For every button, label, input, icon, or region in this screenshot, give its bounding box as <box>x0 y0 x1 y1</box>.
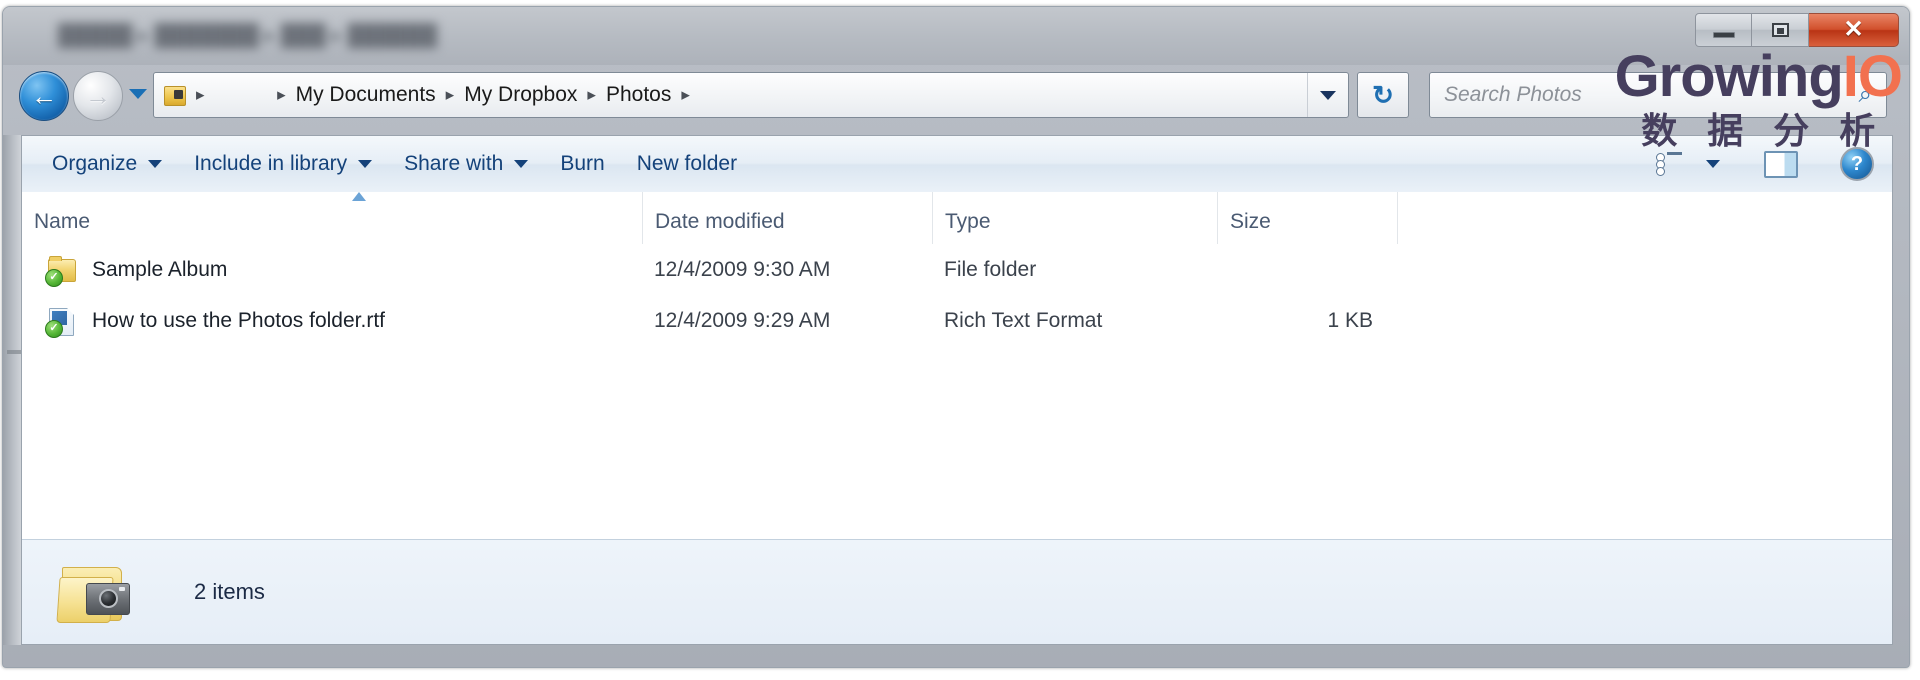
sort-ascending-icon <box>352 192 366 201</box>
column-label: Type <box>945 210 991 233</box>
camera-icon <box>86 583 130 615</box>
toolbar-label: New folder <box>636 152 738 175</box>
file-list: ✓ Sample Album 12/4/2009 9:30 AM File fo… <box>22 244 1892 540</box>
address-bar[interactable]: ▸ ▸ My Documents ▸ My Dropbox ▸ Photos ▸ <box>153 72 1349 118</box>
chevron-down-icon <box>148 160 163 168</box>
rtf-document-icon: ✓ <box>45 306 78 338</box>
column-header-date-modified[interactable]: Date modified <box>642 192 932 244</box>
breadcrumb-separator: ▸ <box>445 85 455 104</box>
file-name-cell[interactable]: ✓ How to use the Photos folder.rtf <box>22 306 642 338</box>
address-bar-row: ← → ▸ ▸ My Documents ▸ My Dropbox ▸ Phot… <box>3 65 1909 127</box>
close-icon: ✕ <box>1843 16 1864 43</box>
explorer-content: Organize Include in library Share with B… <box>21 135 1893 645</box>
status-bar: 2 items <box>22 539 1892 644</box>
breadcrumb-my-dropbox[interactable]: My Dropbox <box>460 83 581 107</box>
column-header-type[interactable]: Type <box>932 192 1217 244</box>
column-header-row: Name Date modified Type Size <box>22 192 1892 245</box>
file-name-cell[interactable]: ✓ Sample Album <box>22 255 642 287</box>
window-title: █████ ▸ ███████ ▸ ███ ▸ ██████ <box>58 24 438 47</box>
toolbar-right-group: ? <box>1656 147 1892 181</box>
column-label: Size <box>1230 210 1271 233</box>
toolbar-label: Share with <box>404 152 504 175</box>
refresh-button[interactable]: ↻ <box>1357 72 1409 118</box>
table-row[interactable]: ✓ How to use the Photos folder.rtf 12/4/… <box>22 295 1892 346</box>
back-arrow-icon: ← <box>31 81 57 111</box>
maximize-button[interactable] <box>1752 13 1809 47</box>
change-view-icon[interactable] <box>1656 152 1682 176</box>
refresh-icon: ↻ <box>1372 80 1394 110</box>
breadcrumb-my-documents[interactable]: My Documents <box>292 83 440 107</box>
item-count-label: 2 items <box>194 579 265 604</box>
photos-folder-icon <box>56 561 132 623</box>
column-header-filler <box>1397 192 1892 244</box>
forward-button[interactable]: → <box>73 71 123 121</box>
explorer-window: █████ ▸ ███████ ▸ ███ ▸ ██████ ✕ ← → ▸ ▸… <box>2 6 1910 668</box>
chevron-down-icon <box>514 160 529 168</box>
address-folder-icon <box>162 84 188 106</box>
breadcrumb-user[interactable] <box>211 83 272 107</box>
window-controls: ✕ <box>1695 13 1899 47</box>
toolbar-label: Include in library <box>194 152 348 175</box>
window-left-border <box>3 135 21 645</box>
column-header-name[interactable]: Name <box>22 192 642 244</box>
preview-pane-icon[interactable] <box>1764 150 1798 178</box>
column-label: Name <box>34 210 91 233</box>
toolbar-item-share-with[interactable]: Share with <box>388 152 544 176</box>
search-input[interactable]: Search Photos <box>1430 83 1582 107</box>
toolbar-item-new-folder[interactable]: New folder <box>621 152 753 176</box>
search-icon: ⌕ <box>1858 81 1872 108</box>
command-toolbar: Organize Include in library Share with B… <box>22 136 1892 193</box>
view-chevron-down-icon[interactable] <box>1706 160 1720 168</box>
back-button[interactable]: ← <box>19 71 69 121</box>
search-box[interactable]: Search Photos ⌕ <box>1429 72 1887 118</box>
maximize-icon <box>1771 23 1789 37</box>
screenshot-root: █████ ▸ ███████ ▸ ███ ▸ ██████ ✕ ← → ▸ ▸… <box>0 0 1920 680</box>
toolbar-item-burn[interactable]: Burn <box>544 152 620 176</box>
chevron-down-icon <box>1320 90 1336 100</box>
file-name: Sample Album <box>92 257 228 281</box>
table-row[interactable]: ✓ Sample Album 12/4/2009 9:30 AM File fo… <box>22 244 1892 295</box>
breadcrumb-separator: ▸ <box>681 85 690 104</box>
address-dropdown-button[interactable] <box>1307 73 1348 117</box>
column-header-size[interactable]: Size <box>1217 192 1397 244</box>
forward-arrow-icon: → <box>85 81 111 111</box>
toolbar-label: Organize <box>52 152 138 175</box>
toolbar-item-include-in-library[interactable]: Include in library <box>178 152 388 176</box>
dropbox-sync-check-icon: ✓ <box>45 319 63 338</box>
folder-icon: ✓ <box>45 255 78 287</box>
breadcrumb-separator: ▸ <box>196 85 205 104</box>
breadcrumb-separator: ▸ <box>277 85 286 104</box>
help-icon[interactable]: ? <box>1840 147 1874 181</box>
minimize-button[interactable] <box>1695 13 1752 47</box>
file-name: How to use the Photos folder.rtf <box>92 308 385 332</box>
close-button[interactable]: ✕ <box>1809 13 1899 47</box>
dropbox-sync-check-icon: ✓ <box>45 268 63 287</box>
column-label: Date modified <box>655 210 785 233</box>
file-size-cell: 1 KB <box>1327 308 1373 332</box>
minimize-icon <box>1712 32 1735 38</box>
file-date-cell: 12/4/2009 9:29 AM <box>654 308 831 332</box>
chevron-down-icon <box>358 160 373 168</box>
breadcrumb-separator: ▸ <box>587 85 596 104</box>
file-type-cell: File folder <box>944 257 1037 281</box>
file-date-cell: 12/4/2009 9:30 AM <box>654 257 831 281</box>
toolbar-item-organize[interactable]: Organize <box>36 152 178 176</box>
recent-locations-icon[interactable] <box>129 89 147 99</box>
toolbar-label: Burn <box>560 152 605 175</box>
breadcrumb-photos[interactable]: Photos <box>602 83 675 107</box>
title-bar[interactable]: █████ ▸ ███████ ▸ ███ ▸ ██████ ✕ <box>3 7 1909 65</box>
file-type-cell: Rich Text Format <box>944 308 1103 332</box>
